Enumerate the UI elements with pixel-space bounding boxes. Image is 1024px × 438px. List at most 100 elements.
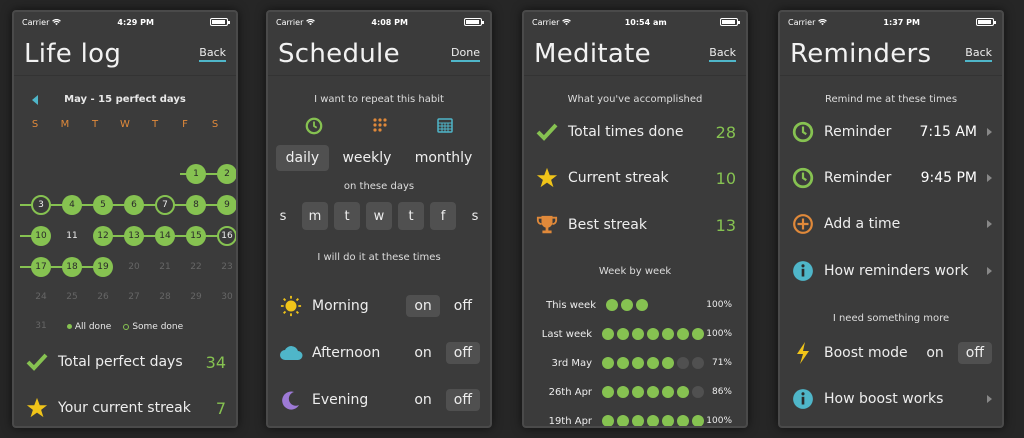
previous-month-icon[interactable] [32, 95, 38, 105]
reminder-row[interactable]: Reminder 9:45 PM [780, 158, 1002, 198]
more-label: I need something more [832, 313, 950, 324]
reminders-help-row[interactable]: How reminders work [780, 251, 1002, 291]
stat-row-current-streak: Current streak 10 [524, 160, 746, 196]
on-button[interactable]: on [406, 389, 439, 411]
week-dots [602, 386, 705, 398]
off-button[interactable]: off [446, 295, 480, 317]
back-button[interactable]: Back [965, 46, 992, 62]
clock-icon [790, 121, 816, 143]
off-button[interactable]: off [445, 342, 480, 364]
done-dot [632, 415, 645, 426]
calendar-legend: All done Some done [14, 322, 236, 332]
week-label: 3rd May [551, 357, 593, 369]
check-icon [534, 123, 560, 141]
calendar-day[interactable]: 13 [124, 226, 144, 246]
time-label: Afternoon [312, 345, 381, 361]
day-toggle[interactable]: s [462, 202, 488, 230]
calendar-day[interactable]: 12 [93, 226, 113, 246]
calendar-day[interactable]: 4 [62, 195, 82, 215]
frequency-monthly-button[interactable]: monthly [405, 145, 483, 171]
calendar-day[interactable]: 16 [217, 226, 236, 246]
calendar-day[interactable]: 6 [124, 195, 144, 215]
back-button[interactable]: Back [199, 46, 226, 62]
week-percent: 100% [706, 329, 732, 339]
day-toggle[interactable]: f [430, 202, 456, 230]
stat-label: Total times done [568, 124, 684, 140]
clock-time: 10:54 am [624, 17, 667, 27]
stat-value: 13 [715, 215, 736, 235]
moon-icon [278, 390, 304, 410]
calendar-day[interactable]: 7 [155, 195, 175, 215]
back-button[interactable]: Back [709, 46, 736, 62]
done-dot [621, 299, 633, 311]
on-button[interactable]: on [918, 342, 951, 364]
add-time-row[interactable]: Add a time [780, 204, 1002, 244]
done-button[interactable]: Done [451, 46, 480, 62]
calendar: S M T W T F S 1 2 3 4 5 6 7 8 9 10 11 12… [20, 119, 236, 331]
days-label: on these days [343, 181, 415, 192]
chevron-right-icon [987, 220, 992, 228]
reminders-help-label: How reminders work [824, 263, 969, 279]
day-toggle[interactable]: m [302, 202, 328, 230]
times-label: I will do it at these times [317, 252, 441, 263]
week-row: Last week 100% [524, 325, 746, 343]
clock-time: 4:29 PM [117, 17, 154, 27]
reminder-row[interactable]: Reminder 7:15 AM [780, 112, 1002, 152]
month-header: May - 15 perfect days [14, 94, 236, 105]
on-off-toggle: on off [406, 389, 480, 411]
day-toggle[interactable]: w [366, 202, 392, 230]
battery-icon [464, 18, 484, 26]
boost-label: Boost mode [824, 345, 908, 361]
off-button[interactable]: off [445, 389, 480, 411]
calendar-day[interactable]: 8 [186, 195, 206, 215]
missed-dot [692, 386, 705, 398]
day-toggle[interactable]: s [270, 202, 296, 230]
frequency-daily-button[interactable]: daily [275, 145, 330, 171]
weekday-header: S M T W T F S [20, 119, 230, 130]
off-button[interactable]: off [957, 342, 992, 364]
day-toggle[interactable]: t [334, 202, 360, 230]
on-button[interactable]: on [406, 342, 439, 364]
stat-value: 34 [205, 352, 226, 372]
calendar-day[interactable]: 15 [186, 226, 206, 246]
frequency-selector: daily weekly monthly [268, 145, 490, 171]
reminder-label: Reminder [824, 124, 892, 140]
calendar-day[interactable]: 18 [62, 257, 82, 277]
calendar-day[interactable]: 19 [93, 257, 113, 277]
calendar-day[interactable]: 11 [62, 226, 82, 246]
missed-dot [677, 357, 690, 369]
calendar-day[interactable]: 3 [31, 195, 51, 215]
done-dot [632, 357, 645, 369]
calendar-day[interactable]: 17 [31, 257, 51, 277]
calendar-day[interactable]: 5 [93, 195, 113, 215]
page-title: Schedule [278, 38, 400, 69]
days-selector: s m t w t f s [268, 202, 490, 230]
done-dot [677, 328, 690, 340]
stat-label: Best streak [568, 217, 647, 233]
frequency-weekly-button[interactable]: weekly [332, 145, 401, 171]
legend-label: Some done [132, 322, 184, 332]
wifi-icon [52, 18, 62, 25]
week-label: 26th Apr [548, 386, 593, 398]
stat-value: 7 [215, 398, 226, 418]
trophy-icon [534, 214, 560, 236]
chevron-right-icon [987, 128, 992, 136]
done-dot [636, 299, 648, 311]
calendar-day[interactable]: 1 [186, 164, 206, 184]
boost-help-row[interactable]: How boost works [780, 379, 1002, 419]
time-row-evening: Evening on off [268, 380, 490, 420]
stat-label: Current streak [568, 170, 669, 186]
calendar-day[interactable]: 2 [217, 164, 236, 184]
done-dot [617, 415, 630, 426]
calendar-day[interactable]: 10 [31, 226, 51, 246]
week-percent: 71% [711, 358, 732, 368]
repeat-label: I want to repeat this habit [314, 94, 444, 105]
reminder-time: 9:45 PM [920, 170, 977, 186]
accomplished-label: What you've accomplished [567, 94, 703, 105]
day-toggle[interactable]: t [398, 202, 424, 230]
stat-value: 28 [715, 122, 736, 142]
on-button[interactable]: on [406, 295, 440, 317]
calendar-day[interactable]: 14 [155, 226, 175, 246]
boost-help-label: How boost works [824, 391, 944, 407]
calendar-day[interactable]: 9 [217, 195, 236, 215]
